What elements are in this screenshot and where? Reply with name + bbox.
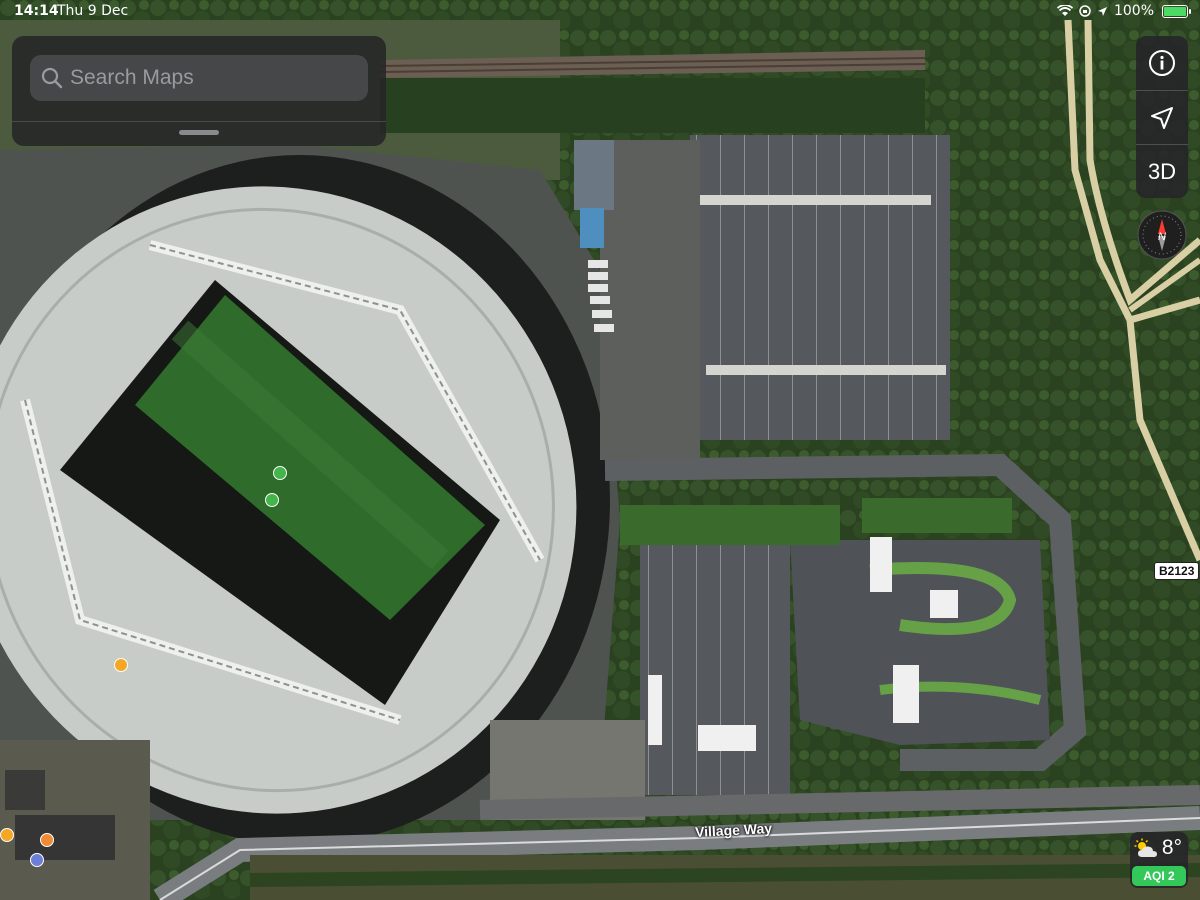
wifi-icon bbox=[1056, 5, 1073, 16]
poi-stadium-icon[interactable] bbox=[265, 493, 279, 507]
map-controls: 3D bbox=[1136, 36, 1188, 198]
3d-toggle-button[interactable]: 3D bbox=[1136, 144, 1188, 198]
poi-sports-icon[interactable] bbox=[273, 466, 287, 480]
poi-food-icon[interactable] bbox=[114, 658, 128, 672]
poi-shop-icon[interactable] bbox=[40, 833, 54, 847]
search-input[interactable]: Search Maps bbox=[30, 55, 368, 101]
search-icon bbox=[41, 67, 63, 89]
status-right: 100% bbox=[1056, 3, 1191, 19]
panel-grabber-handle[interactable] bbox=[179, 130, 219, 135]
aqi-badge: AQI 2 bbox=[1132, 866, 1186, 886]
status-time: 14:14 bbox=[14, 3, 59, 19]
location-services-icon bbox=[1097, 6, 1107, 16]
temperature: 8° bbox=[1161, 836, 1182, 859]
poi-restaurant-icon[interactable] bbox=[0, 828, 14, 842]
search-placeholder: Search Maps bbox=[70, 66, 194, 89]
info-button[interactable] bbox=[1136, 36, 1188, 90]
location-arrow-icon bbox=[1151, 107, 1173, 129]
partly-cloudy-icon bbox=[1134, 838, 1157, 857]
compass-north-label: N bbox=[1158, 231, 1166, 243]
status-date: Thu 9 Dec bbox=[57, 3, 129, 19]
road-shield: B2123 bbox=[1154, 562, 1200, 580]
weather-widget[interactable]: 8° AQI 2 bbox=[1130, 832, 1188, 888]
compass-icon[interactable]: N bbox=[1137, 210, 1187, 260]
status-bar: 14:14 Thu 9 Dec 100% bbox=[0, 0, 1200, 24]
battery-percent: 100% bbox=[1113, 3, 1154, 19]
search-panel: Search Maps bbox=[12, 36, 386, 146]
poi-hotel-icon[interactable] bbox=[30, 853, 44, 867]
screen-lock-icon bbox=[1079, 5, 1091, 17]
info-icon bbox=[1149, 50, 1175, 76]
battery-icon bbox=[1162, 4, 1191, 18]
3d-label: 3D bbox=[1147, 159, 1177, 184]
panel-divider bbox=[12, 121, 386, 122]
location-button[interactable] bbox=[1136, 90, 1188, 145]
